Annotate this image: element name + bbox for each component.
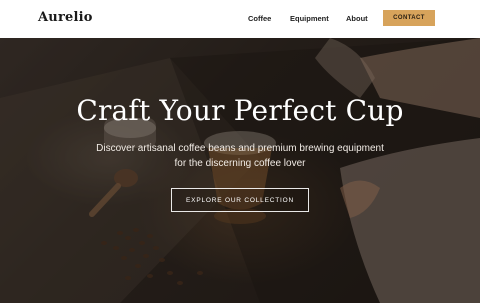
page: Aurelio Coffee Equipment About CONTACT C… <box>0 0 480 303</box>
nav-link-about[interactable]: About <box>346 14 368 23</box>
contact-button[interactable]: CONTACT <box>383 10 435 26</box>
hero-subtitle: Discover artisanal coffee beans and prem… <box>96 143 384 169</box>
explore-collection-button[interactable]: EXPLORE OUR COLLECTION <box>171 188 309 212</box>
hero-section: Craft Your Perfect Cup Discover artisana… <box>0 38 480 303</box>
nav-link-coffee[interactable]: Coffee <box>248 14 271 23</box>
nav-link-equipment[interactable]: Equipment <box>290 14 329 23</box>
site-header: Aurelio Coffee Equipment About CONTACT <box>0 0 480 38</box>
hero-title: Craft Your Perfect Cup <box>76 94 404 127</box>
